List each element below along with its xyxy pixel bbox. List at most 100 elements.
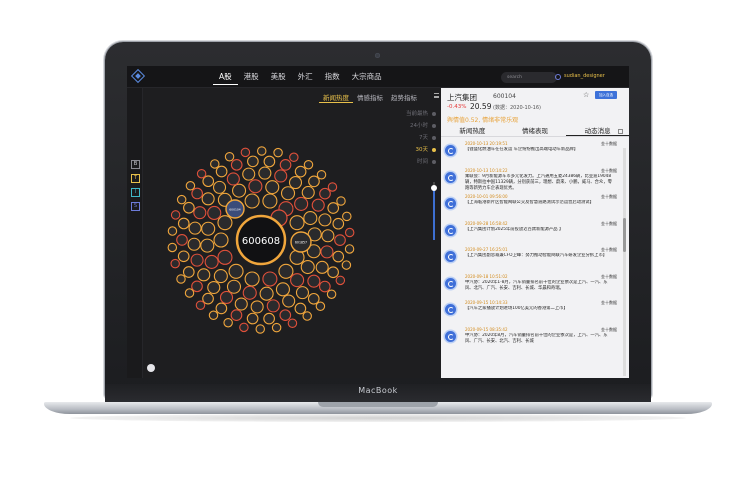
- stock-bubble[interactable]: [228, 263, 244, 279]
- stock-bubble[interactable]: [191, 280, 203, 293]
- stock-bubble[interactable]: [190, 253, 204, 267]
- stock-bubble[interactable]: [185, 181, 196, 191]
- stock-bubble[interactable]: [250, 300, 264, 314]
- stock-bubble[interactable]: [193, 206, 207, 220]
- stock-bubble[interactable]: [332, 250, 345, 263]
- stock-bubble[interactable]: [201, 221, 216, 236]
- stock-bubble[interactable]: [184, 288, 195, 298]
- stock-bubble[interactable]: [307, 292, 320, 305]
- stock-bubble[interactable]: [217, 215, 233, 231]
- stock-bubble[interactable]: [336, 196, 346, 206]
- feed-item[interactable]: 2020-09-18 10:51:02 金十数据 中汽协：2020年1-8月，汽车销…: [441, 272, 623, 299]
- stock-bubble[interactable]: [262, 193, 278, 209]
- stock-bubble[interactable]: [280, 186, 296, 201]
- stock-bubble[interactable]: [259, 286, 274, 301]
- scrollbar-thumb[interactable]: [623, 218, 626, 252]
- stock-bubble[interactable]: [202, 292, 214, 305]
- stock-bubble[interactable]: [295, 286, 310, 300]
- stock-bubble[interactable]: [301, 185, 315, 200]
- stock-bubble[interactable]: [201, 192, 215, 206]
- feed-item[interactable]: 2020-10-13 20:19:51 金十数据 【锂盛化燃油车在在发运 车企纷纷推…: [441, 139, 623, 166]
- stock-bubble[interactable]: [265, 180, 280, 195]
- stock-bubble[interactable]: [303, 159, 314, 170]
- stock-bubble[interactable]: [240, 147, 251, 158]
- stock-bubble[interactable]: [188, 221, 202, 235]
- stock-bubble[interactable]: [212, 180, 227, 194]
- stock-bubble[interactable]: [307, 274, 321, 288]
- stock-bubble[interactable]: [242, 167, 256, 181]
- feed-scrollbar[interactable]: [623, 148, 626, 376]
- stock-bubble[interactable]: [232, 183, 247, 198]
- stock-bubble[interactable]: [213, 232, 229, 248]
- stock-bubble[interactable]: [300, 259, 315, 275]
- stock-bubble[interactable]: [197, 268, 211, 282]
- stock-bubble[interactable]: [318, 213, 332, 227]
- stock-bubble[interactable]: [217, 249, 233, 265]
- stock-bubble[interactable]: [308, 175, 320, 188]
- stock-bubble[interactable]: [208, 310, 219, 321]
- stock-bubble[interactable]: [177, 217, 190, 230]
- stock-bubble[interactable]: [239, 322, 249, 333]
- tab-hk[interactable]: 港股: [238, 71, 265, 85]
- stock-bubble[interactable]: [210, 159, 220, 169]
- stock-bubble[interactable]: [342, 211, 352, 222]
- stock-bubble[interactable]: [215, 165, 228, 178]
- stock-bubble[interactable]: [275, 282, 290, 297]
- add-watchlist-button[interactable]: 加入自选: [595, 91, 617, 99]
- stock-bubble[interactable]: [204, 254, 219, 269]
- stock-bubble[interactable]: [223, 317, 233, 328]
- stock-bubble[interactable]: [207, 205, 222, 221]
- stock-bubble[interactable]: [196, 168, 207, 179]
- stock-bubble[interactable]: [315, 301, 326, 312]
- tab-forex[interactable]: 外汇: [292, 71, 319, 85]
- stock-bubble[interactable]: [315, 260, 329, 274]
- tab-commodities[interactable]: 大宗商品: [346, 71, 388, 85]
- feed-item[interactable]: 2020-09-15 10:14:33 金十数据 【汽车之家播放计划进场100亿美元…: [441, 298, 623, 325]
- stock-bubble[interactable]: [266, 299, 280, 313]
- stock-bubble[interactable]: [242, 285, 257, 300]
- feed-item[interactable]: 2020-09-15 08:35:42 金十数据 中汽协：2020年8月，汽车销量排…: [441, 325, 623, 352]
- rail-button-i[interactable]: I: [131, 188, 140, 197]
- stock-bubble[interactable]: [256, 146, 267, 156]
- stock-bubble[interactable]: [226, 172, 240, 186]
- stock-bubble[interactable]: [327, 202, 340, 214]
- stock-bubble[interactable]: [287, 318, 298, 329]
- stock-bubble[interactable]: [224, 151, 235, 162]
- stock-bubble[interactable]: [244, 193, 260, 209]
- stock-bubble[interactable]: [279, 309, 292, 322]
- rail-button-b[interactable]: B: [131, 160, 140, 169]
- stock-bubble[interactable]: [344, 227, 355, 238]
- stock-bubble[interactable]: [279, 159, 292, 171]
- rail-button-t[interactable]: T: [131, 174, 140, 183]
- stock-bubble[interactable]: [182, 266, 195, 278]
- stock-bubble[interactable]: [200, 238, 215, 253]
- stock-bubble[interactable]: [334, 234, 346, 246]
- stock-bubble[interactable]: [187, 237, 201, 251]
- stock-bubble[interactable]: [202, 175, 215, 188]
- stock-bubble[interactable]: [294, 302, 307, 315]
- stock-bubble[interactable]: [177, 250, 190, 263]
- stock-bubble[interactable]: [195, 300, 206, 311]
- stock-bubble[interactable]: [318, 280, 331, 293]
- stock-bubble[interactable]: [344, 244, 355, 254]
- stock-bubble[interactable]: [167, 242, 178, 253]
- stock-bubble[interactable]: [230, 158, 243, 171]
- stock-bubble[interactable]: [319, 187, 331, 200]
- stock-bubble[interactable]: [311, 198, 325, 212]
- stock-bubble[interactable]: [294, 165, 307, 178]
- tab-news[interactable]: 新闻热度: [441, 126, 504, 136]
- stock-bubble[interactable]: [303, 211, 318, 226]
- stock-bubble[interactable]: [326, 289, 337, 299]
- stock-bubble[interactable]: [289, 215, 305, 231]
- tab-emotion[interactable]: 情绪表现: [504, 126, 567, 136]
- stock-bubble[interactable]: [273, 147, 283, 158]
- stock-bubble[interactable]: [262, 271, 278, 287]
- feed-item[interactable]: 2020-09-28 16:58:42 金十数据 【上汽集团计划2025年前投放近百…: [441, 219, 623, 246]
- stock-bubble[interactable]: [288, 176, 303, 190]
- stock-bubble[interactable]: [176, 194, 187, 205]
- stock-bubble[interactable]: [327, 182, 338, 192]
- stock-bubble[interactable]: [332, 217, 345, 230]
- stock-bubble[interactable]: [207, 280, 221, 295]
- stock-bubble[interactable]: [213, 269, 228, 284]
- rail-button-s[interactable]: S: [131, 202, 140, 211]
